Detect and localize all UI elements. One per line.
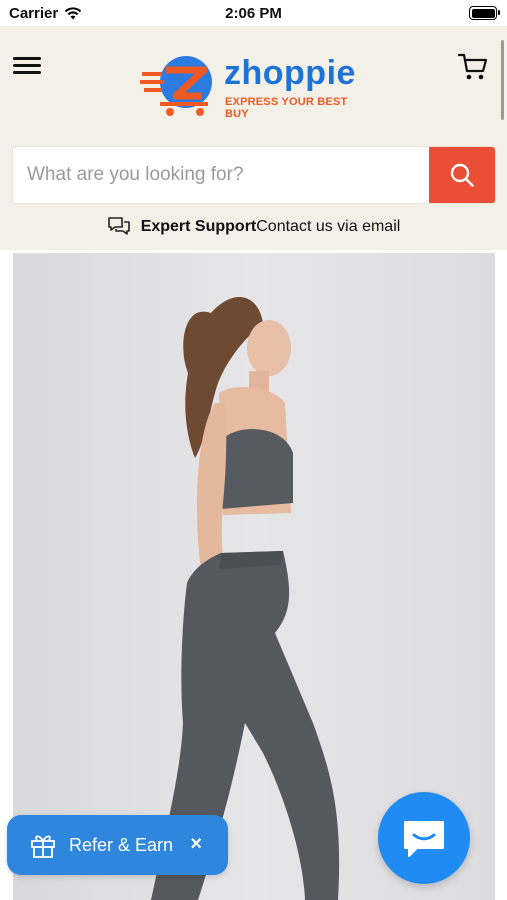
cart-icon[interactable] <box>457 50 489 82</box>
expert-support-row[interactable]: Expert SupportContact us via email <box>0 216 507 238</box>
scrollbar[interactable] <box>501 40 504 120</box>
status-bar: Carrier 2:06 PM <box>0 0 507 26</box>
chat-button[interactable] <box>378 792 470 884</box>
support-text: Contact us via email <box>256 218 401 235</box>
brand-logo[interactable]: zhoppie EXPRESS YOUR BEST BUY <box>140 50 370 120</box>
support-title: Expert Support <box>140 218 257 235</box>
header: zhoppie EXPRESS YOUR BEST BUY Expert Sup… <box>0 26 507 250</box>
status-time: 2:06 PM <box>225 5 282 22</box>
brand-name: zhoppie <box>224 54 356 92</box>
logo-mark-icon <box>140 56 212 116</box>
gift-icon <box>31 835 55 858</box>
refer-earn-label: Refer & Earn <box>69 834 174 855</box>
search-bar <box>13 147 495 203</box>
brand-tagline: EXPRESS YOUR BEST BUY <box>225 96 348 120</box>
search-input[interactable] <box>13 147 427 203</box>
chat-bubbles-icon <box>107 217 130 235</box>
search-button[interactable] <box>429 147 495 203</box>
search-icon <box>450 163 474 187</box>
chat-icon <box>404 821 444 857</box>
battery-icon <box>469 6 500 20</box>
refer-earn-button[interactable]: Refer & Earn × <box>7 815 228 875</box>
close-icon[interactable]: × <box>190 833 202 856</box>
hamburger-icon[interactable] <box>13 54 41 76</box>
